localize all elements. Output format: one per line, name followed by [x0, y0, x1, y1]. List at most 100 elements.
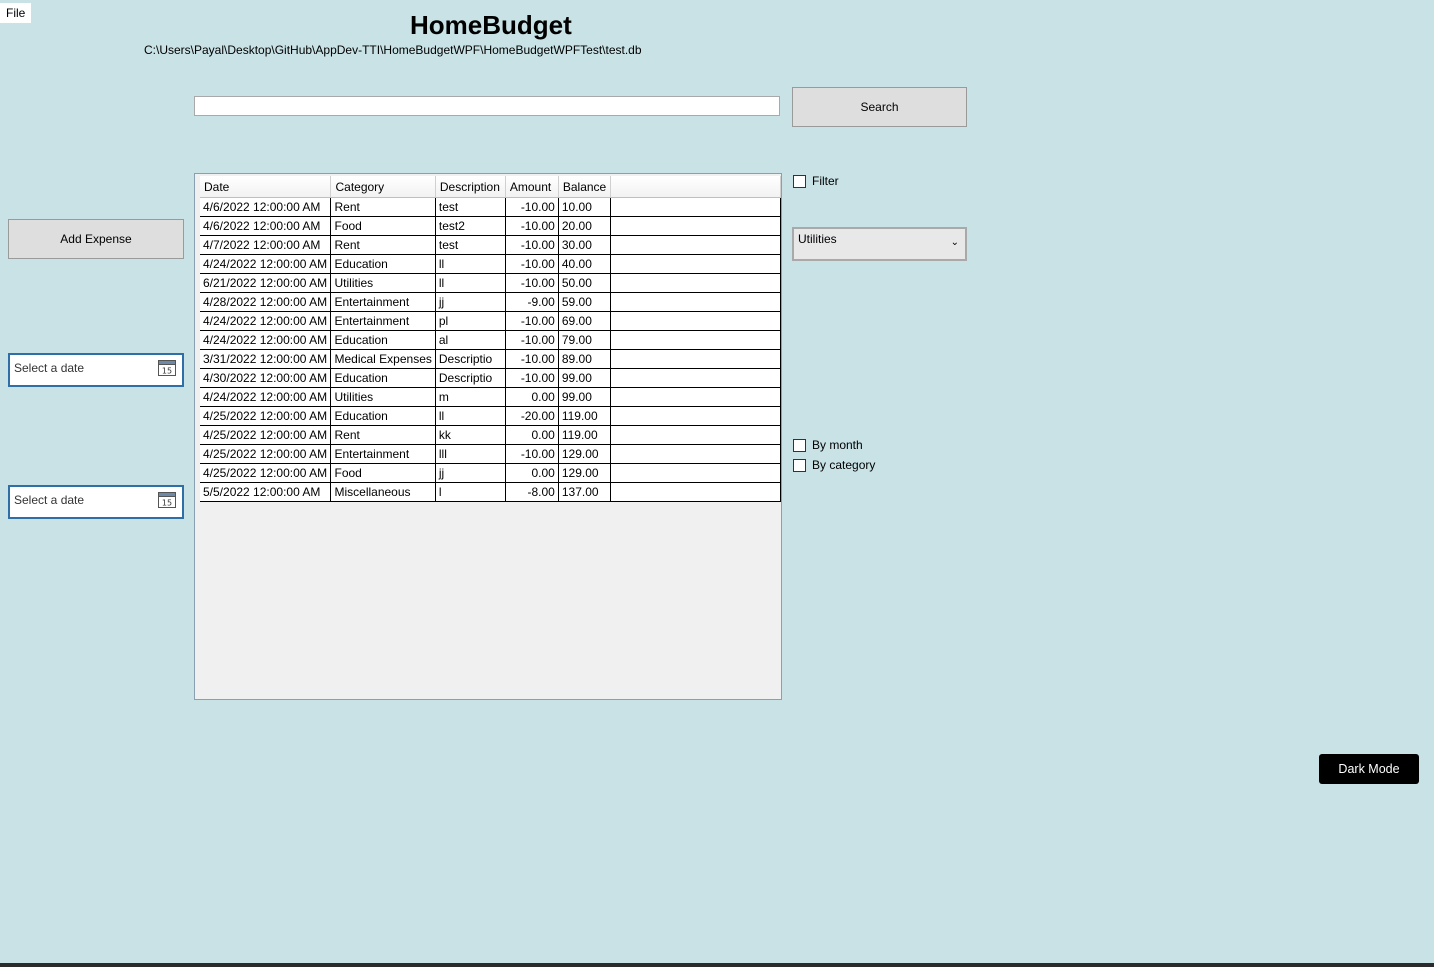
table-row[interactable]: 4/25/2022 12:00:00 AM Rent kk 0.00 119.00 — [200, 425, 781, 445]
table-row[interactable]: 4/6/2022 12:00:00 AM Food test2 -10.00 20.00 — [200, 216, 781, 236]
by-month-checkbox[interactable]: By month — [793, 438, 863, 452]
filter-checkbox-box[interactable] — [793, 174, 806, 188]
cell-date: 3/31/2022 12:00:00 AM — [200, 349, 332, 369]
cell-amount: -10.00 — [505, 368, 559, 388]
cell-description: test — [435, 197, 506, 217]
table-row[interactable]: 4/25/2022 12:00:00 AM Entertainment lll -10… — [200, 444, 781, 464]
cell-date: 4/7/2022 12:00:00 AM — [200, 235, 332, 255]
cell-date: 5/5/2022 12:00:00 AM — [200, 482, 332, 502]
cell-filler — [610, 235, 781, 255]
cell-description: jj — [435, 463, 506, 483]
cell-balance: 99.00 — [558, 387, 612, 407]
table-row[interactable]: 5/5/2022 12:00:00 AM Miscellaneous l -8.00 1… — [200, 482, 781, 502]
cell-category: Miscellaneous — [330, 482, 436, 502]
cell-balance: 30.00 — [558, 235, 612, 255]
column-header-description[interactable]: Description — [435, 176, 506, 198]
add-expense-button[interactable]: Add Expense — [8, 219, 184, 259]
cell-description: Descriptio — [435, 349, 506, 369]
table-row[interactable]: 4/25/2022 12:00:00 AM Education ll -20.00 11… — [200, 406, 781, 426]
cell-filler — [610, 254, 781, 274]
cell-amount: -8.00 — [505, 482, 559, 502]
cell-date: 4/24/2022 12:00:00 AM — [200, 387, 332, 407]
expenses-grid[interactable]: Date Category Description Amount Balance… — [194, 173, 782, 700]
cell-balance: 59.00 — [558, 292, 612, 312]
cell-category: Food — [330, 463, 436, 483]
cell-balance: 40.00 — [558, 254, 612, 274]
menu-bar: File — [0, 3, 32, 23]
cell-filler — [610, 425, 781, 445]
column-header-balance[interactable]: Balance — [558, 176, 612, 198]
category-select-value: Utilities — [798, 232, 837, 246]
column-header-category[interactable]: Category — [330, 176, 436, 198]
filter-label: Filter — [812, 174, 839, 188]
cell-description: ll — [435, 406, 506, 426]
menu-file[interactable]: File — [0, 3, 32, 23]
start-date-picker[interactable]: Select a date 15 — [8, 353, 184, 387]
column-header-filler — [610, 176, 781, 198]
cell-balance: 99.00 — [558, 368, 612, 388]
filter-checkbox[interactable]: Filter — [793, 174, 839, 188]
table-row[interactable]: 4/28/2022 12:00:00 AM Entertainment jj -9.0… — [200, 292, 781, 312]
table-row[interactable]: 4/6/2022 12:00:00 AM Rent test -10.00 10.00 — [200, 197, 781, 217]
calendar-icon[interactable]: 15 — [158, 491, 176, 508]
cell-filler — [610, 311, 781, 331]
cell-category: Education — [330, 406, 436, 426]
table-row[interactable]: 4/7/2022 12:00:00 AM Rent test -10.00 30.00 — [200, 235, 781, 255]
by-month-label: By month — [812, 438, 863, 452]
cell-amount: 0.00 — [505, 387, 559, 407]
dark-mode-button[interactable]: Dark Mode — [1319, 754, 1419, 784]
cell-date: 4/24/2022 12:00:00 AM — [200, 311, 332, 331]
cell-date: 4/25/2022 12:00:00 AM — [200, 406, 332, 426]
by-category-checkbox[interactable]: By category — [793, 458, 875, 472]
cell-amount: -10.00 — [505, 216, 559, 236]
table-row[interactable]: 4/30/2022 12:00:00 AM Education Descriptio… — [200, 368, 781, 388]
cell-filler — [610, 216, 781, 236]
database-path: C:\Users\Payal\Desktop\GitHub\AppDev-TTI… — [144, 43, 642, 57]
cell-category: Medical Expenses — [330, 349, 436, 369]
search-button[interactable]: Search — [792, 87, 967, 127]
cell-filler — [610, 406, 781, 426]
cell-balance: 129.00 — [558, 444, 612, 464]
cell-date: 4/30/2022 12:00:00 AM — [200, 368, 332, 388]
cell-balance: 69.00 — [558, 311, 612, 331]
cell-amount: -10.00 — [505, 444, 559, 464]
table-row[interactable]: 4/25/2022 12:00:00 AM Food jj 0.00 129.00 — [200, 463, 781, 483]
start-date-placeholder: Select a date — [14, 361, 85, 375]
search-input[interactable] — [194, 96, 780, 116]
by-month-checkbox-box[interactable] — [793, 438, 806, 452]
end-date-picker[interactable]: Select a date 15 — [8, 485, 184, 519]
table-row[interactable]: 4/24/2022 12:00:00 AM Education ll -10.00 40… — [200, 254, 781, 274]
cell-balance: 119.00 — [558, 406, 612, 426]
by-category-label: By category — [812, 458, 876, 472]
cell-description: lll — [435, 444, 506, 464]
table-row[interactable]: 4/24/2022 12:00:00 AM Education al -10.00 79… — [200, 330, 781, 350]
grid-header-row: Date Category Description Amount Balance — [200, 176, 781, 198]
cell-balance: 20.00 — [558, 216, 612, 236]
column-header-amount[interactable]: Amount — [505, 176, 559, 198]
cell-balance: 137.00 — [558, 482, 612, 502]
table-row[interactable]: 6/21/2022 12:00:00 AM Utilities ll -10.00 50… — [200, 273, 781, 293]
cell-description: ll — [435, 254, 506, 274]
table-row[interactable]: 4/24/2022 12:00:00 AM Entertainment pl -10.… — [200, 311, 781, 331]
category-select[interactable]: Utilities ⌄ — [792, 227, 967, 261]
calendar-icon[interactable]: 15 — [158, 359, 176, 376]
table-row[interactable]: 4/24/2022 12:00:00 AM Utilities m 0.00 99.00 — [200, 387, 781, 407]
cell-description: pl — [435, 311, 506, 331]
by-category-checkbox-box[interactable] — [793, 458, 806, 472]
cell-category: Rent — [330, 197, 436, 217]
cell-filler — [610, 368, 781, 388]
cell-description: test — [435, 235, 506, 255]
cell-description: m — [435, 387, 506, 407]
expenses-table: Date Category Description Amount Balance… — [200, 176, 781, 502]
table-row[interactable]: 3/31/2022 12:00:00 AM Medical Expenses Des… — [200, 349, 781, 369]
cell-filler — [610, 292, 781, 312]
cell-balance: 10.00 — [558, 197, 612, 217]
cell-amount: -9.00 — [505, 292, 559, 312]
cell-amount: 0.00 — [505, 425, 559, 445]
cell-balance: 129.00 — [558, 463, 612, 483]
cell-date: 4/25/2022 12:00:00 AM — [200, 463, 332, 483]
cell-date: 4/25/2022 12:00:00 AM — [200, 425, 332, 445]
cell-date: 4/24/2022 12:00:00 AM — [200, 254, 332, 274]
column-header-date[interactable]: Date — [200, 176, 332, 198]
cell-description: ll — [435, 273, 506, 293]
